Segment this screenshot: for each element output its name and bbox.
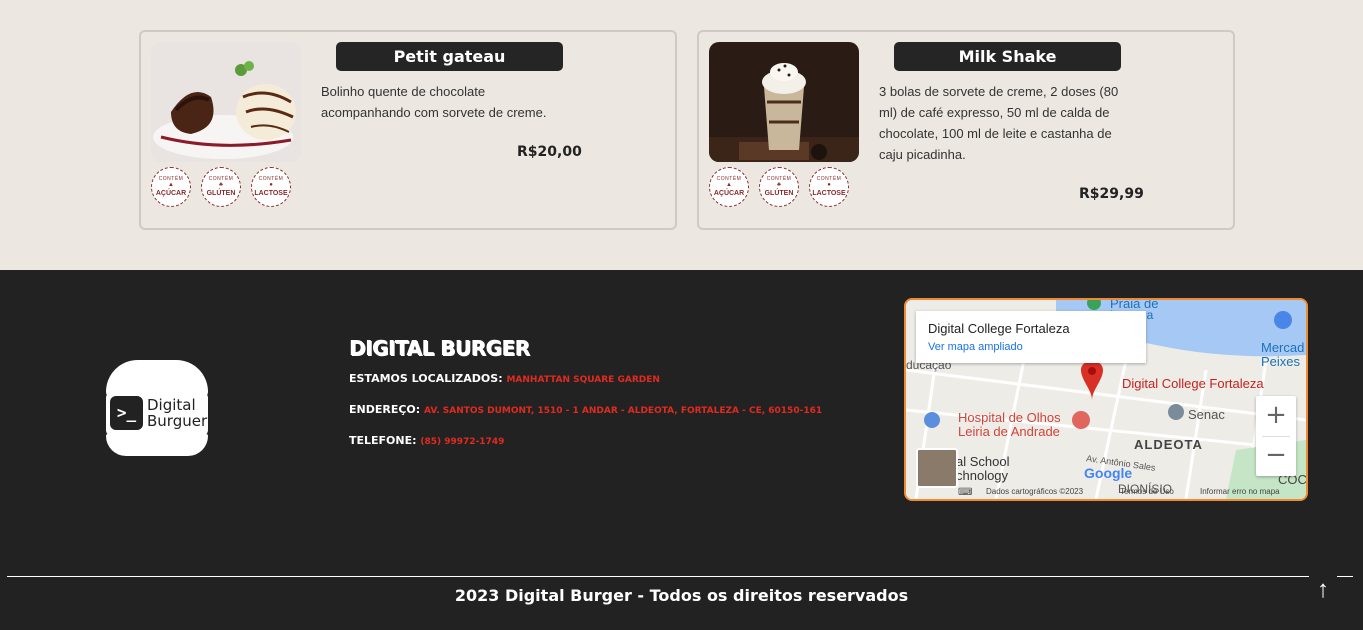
menu-card-petit-gateau[interactable]: Petit gateau Bolinho quente de chocolate… bbox=[139, 30, 677, 230]
logo-text-line2: Burguer bbox=[147, 412, 208, 430]
drop-icon: ▲ bbox=[168, 182, 174, 188]
phone-label: TELEFONE: bbox=[349, 434, 417, 447]
zoom-divider bbox=[1262, 436, 1290, 437]
menu-item-description: 3 bolas de sorvete de creme, 2 doses (80… bbox=[879, 84, 1119, 162]
allergen-badges: CONTÉM ▲ AÇÚCAR CONTÉM ♣ GLÚTEN CONTÉM ●… bbox=[709, 167, 849, 207]
allergen-badge-gluten: CONTÉM ♣ GLÚTEN bbox=[201, 167, 241, 207]
drop-icon: ▲ bbox=[726, 182, 732, 188]
zoom-out-button[interactable]: − bbox=[1256, 436, 1296, 476]
map-label-school: al School bbox=[956, 454, 1010, 469]
phone-value[interactable]: (85) 99972-1749 bbox=[420, 437, 504, 447]
allergen-badges: CONTÉM ▲ AÇÚCAR CONTÉM ♣ GLÚTEN CONTÉM ●… bbox=[151, 167, 291, 207]
copyright-text: 2023 Digital Burger - Todos os direitos … bbox=[454, 586, 909, 605]
map-attribution: ⌨ Dados cartográficos ©2023 Termos de Us… bbox=[906, 486, 1306, 499]
map-report-link[interactable]: Informar erro no mapa bbox=[1200, 487, 1280, 496]
logo-text: Digital Burguer bbox=[147, 397, 207, 429]
map-label-hospital: Hospital de Olhos bbox=[958, 410, 1061, 425]
footer: >_ Digital Burguer DIGITAL BURGER ESTAMO… bbox=[0, 270, 1363, 630]
arrow-up-icon[interactable]: ↑ bbox=[1309, 570, 1337, 610]
location-label: ESTAMOS LOCALIZADOS: bbox=[349, 372, 503, 385]
menu-item-title: Milk Shake bbox=[894, 42, 1121, 71]
milk-drop-icon: ● bbox=[269, 182, 273, 188]
location-value: MANHATTAN SQUARE GARDEN bbox=[506, 375, 660, 385]
petit-gateau-image bbox=[151, 42, 301, 162]
allergen-badge-gluten: CONTÉM ♣ GLÚTEN bbox=[759, 167, 799, 207]
satellite-view-toggle[interactable] bbox=[916, 448, 958, 488]
map-label-hospital-2: Leiria de Andrade bbox=[958, 424, 1060, 439]
map-label-school-2: chnology bbox=[956, 468, 1009, 483]
menu-item-description: Bolinho quente de chocolate acompanhando… bbox=[321, 84, 547, 120]
digital-burguer-logo[interactable]: >_ Digital Burguer bbox=[106, 360, 208, 456]
menu-card-milk-shake[interactable]: Milk Shake 3 bolas de sorvete de creme, … bbox=[697, 30, 1235, 230]
allergen-badge-lactose: CONTÉM ● LACTOSE bbox=[251, 167, 291, 207]
badge-label: AÇÚCAR bbox=[713, 190, 745, 197]
map-popup-title: Digital College Fortaleza bbox=[928, 321, 1070, 336]
map-label-aldeota: ALDEOTA bbox=[1134, 437, 1203, 452]
logo-bun-bottom bbox=[106, 434, 208, 456]
keyboard-icon[interactable]: ⌨ bbox=[958, 487, 972, 498]
address-value: AV. SANTOS DUMONT, 1510 - 1 ANDAR - ALDE… bbox=[424, 406, 823, 416]
badge-label: LACTOSE bbox=[254, 190, 288, 197]
badge-label: GLÚTEN bbox=[764, 190, 794, 197]
location-row: ESTAMOS LOCALIZADOS: MANHATTAN SQUARE GA… bbox=[349, 372, 822, 385]
zoom-in-button[interactable]: + bbox=[1256, 396, 1296, 436]
allergen-badge-sugar: CONTÉM ▲ AÇÚCAR bbox=[709, 167, 749, 207]
badge-label: AÇÚCAR bbox=[155, 190, 187, 197]
map-label-senac: Senac bbox=[1188, 407, 1225, 422]
address-row: ENDEREÇO: AV. SANTOS DUMONT, 1510 - 1 AN… bbox=[349, 403, 822, 416]
footer-divider bbox=[7, 576, 1353, 577]
badge-label: GLÚTEN bbox=[206, 190, 236, 197]
wheat-icon: ♣ bbox=[777, 182, 781, 188]
milk-shake-image bbox=[709, 42, 859, 162]
google-logo: Google bbox=[1084, 465, 1133, 481]
menu-item-title: Petit gateau bbox=[336, 42, 563, 71]
wheat-icon: ♣ bbox=[219, 182, 223, 188]
phone-row: TELEFONE: (85) 99972-1749 bbox=[349, 434, 822, 447]
terminal-icon: >_ bbox=[110, 396, 143, 430]
menu-section: Petit gateau Bolinho quente de chocolate… bbox=[0, 0, 1363, 270]
map-label-peixes: Peixes bbox=[1261, 354, 1301, 369]
footer-brand-title: DIGITAL BURGER bbox=[349, 336, 530, 360]
embedded-map[interactable]: Praia de Iracema Mercad Peixes ducação D… bbox=[904, 298, 1308, 501]
logo-text-line1: Digital bbox=[147, 396, 196, 414]
map-data-credit: Dados cartográficos ©2023 bbox=[986, 487, 1084, 496]
menu-item-price: R$29,99 bbox=[1079, 186, 1144, 202]
map-zoom-controls: + − bbox=[1256, 396, 1296, 476]
menu-item-price: R$20,00 bbox=[517, 144, 582, 160]
map-label-mercado: Mercad bbox=[1261, 340, 1305, 355]
allergen-badge-lactose: CONTÉM ● LACTOSE bbox=[809, 167, 849, 207]
map-popup-link[interactable]: Ver mapa ampliado bbox=[928, 341, 1134, 353]
badge-label: LACTOSE bbox=[812, 190, 846, 197]
map-pin-label: Digital College Fortaleza bbox=[1122, 376, 1264, 391]
map-terms-link[interactable]: Termos de Uso bbox=[1120, 487, 1174, 496]
milk-drop-icon: ● bbox=[827, 182, 831, 188]
map-info-popup: Digital College Fortaleza Ver mapa ampli… bbox=[916, 311, 1146, 363]
address-label: ENDEREÇO: bbox=[349, 403, 421, 416]
allergen-badge-sugar: CONTÉM ▲ AÇÚCAR bbox=[151, 167, 191, 207]
contact-info: DIGITAL BURGER ESTAMOS LOCALIZADOS: MANH… bbox=[349, 336, 822, 447]
